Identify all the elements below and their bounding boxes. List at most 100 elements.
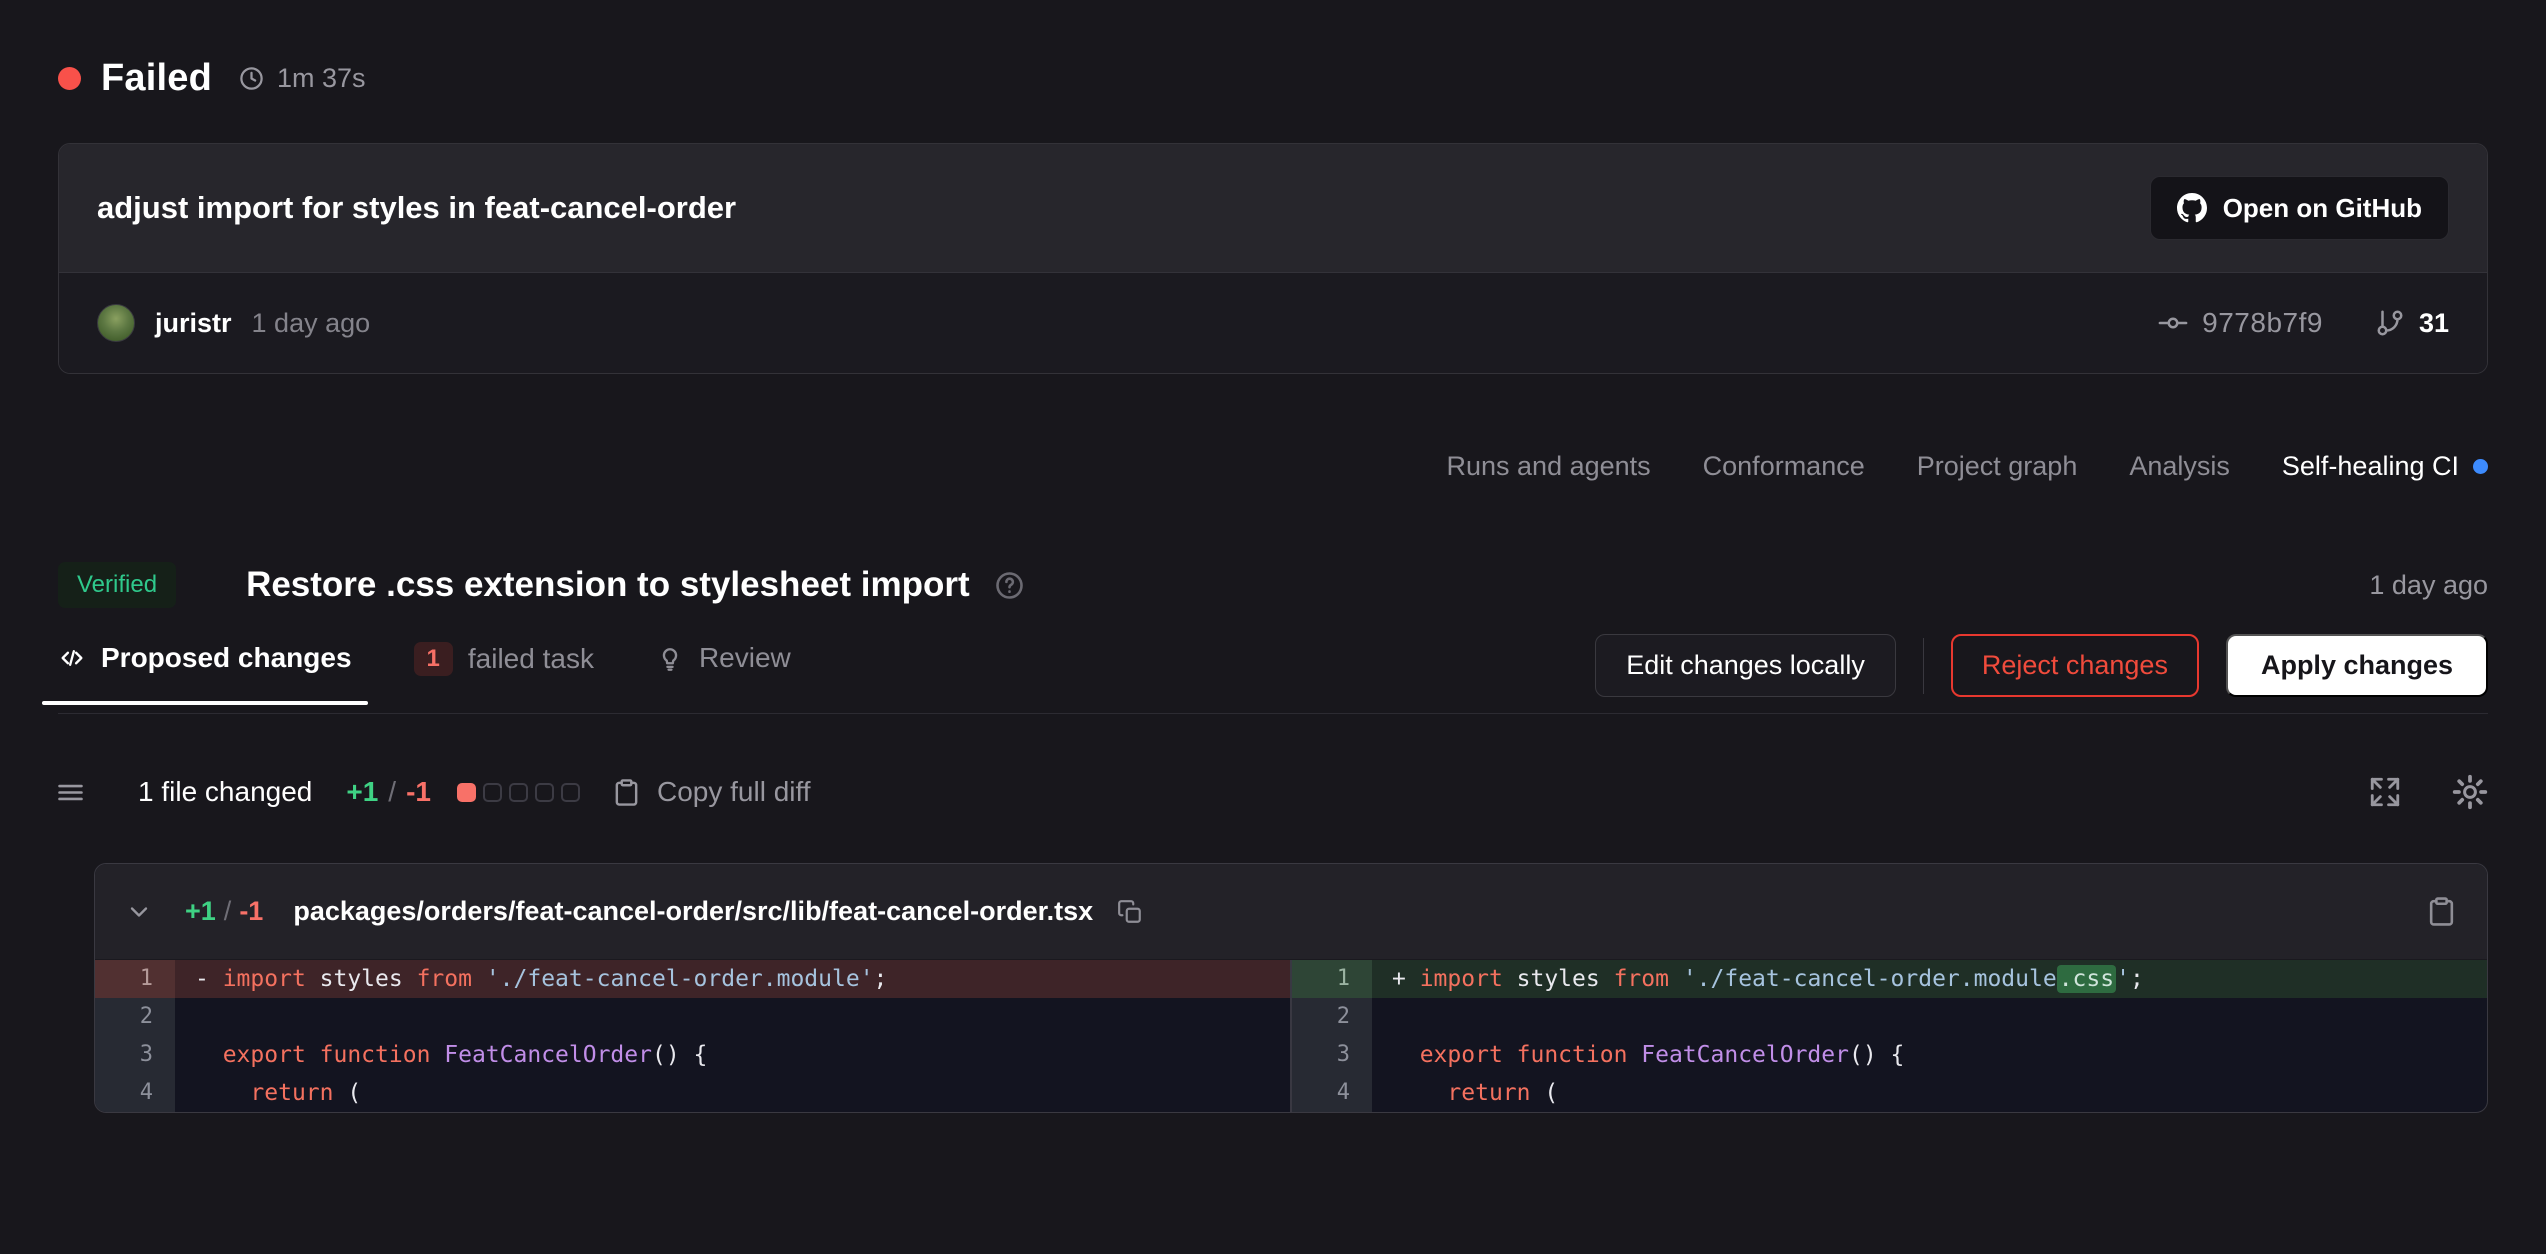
verified-badge: Verified xyxy=(58,562,176,608)
diff-pane-old: 1- import styles from './feat-cancel-ord… xyxy=(95,960,1290,1112)
failed-count-badge: 1 xyxy=(414,642,453,676)
reject-changes-button[interactable]: Reject changes xyxy=(1951,634,2199,697)
code-line: - import styles from './feat-cancel-orde… xyxy=(175,960,1290,998)
line-number: 2 xyxy=(95,998,175,1036)
expand-icon[interactable] xyxy=(2368,775,2402,809)
avatar[interactable] xyxy=(97,304,135,342)
commit-hash[interactable]: 9778b7f9 xyxy=(2158,307,2323,339)
commit-time: 1 day ago xyxy=(252,308,371,339)
code-line: export function FeatCancelOrder() { xyxy=(175,1036,1290,1074)
gear-icon[interactable] xyxy=(2452,774,2488,810)
diff-toolbar: 1 file changed +1 / -1 Copy full diff xyxy=(58,770,2488,814)
tab-review[interactable]: Review xyxy=(656,642,791,704)
hamburger-icon[interactable] xyxy=(55,777,86,808)
diff-line-context: 4 return ( xyxy=(1292,1074,2487,1112)
line-number: 1 xyxy=(95,960,175,998)
nav-item-conformance[interactable]: Conformance xyxy=(1703,451,1865,482)
file-additions: +1 xyxy=(185,896,216,927)
diff-card: +1 / -1 packages/orders/feat-cancel-orde… xyxy=(94,863,2488,1113)
line-number: 4 xyxy=(95,1074,175,1112)
failed-status-icon xyxy=(58,67,81,90)
branch-count: 31 xyxy=(2419,308,2449,339)
notification-dot-icon xyxy=(2473,459,2488,474)
status-row: Failed 1m 37s xyxy=(58,54,2488,102)
nav-item-runs-and-agents[interactable]: Runs and agents xyxy=(1447,451,1651,482)
diff-line-removed: 1- import styles from './feat-cancel-ord… xyxy=(95,960,1290,998)
commit-title: adjust import for styles in feat-cancel-… xyxy=(97,190,736,226)
diff-stat-square xyxy=(509,783,528,802)
nav-item-self-healing-ci[interactable]: Self-healing CI xyxy=(2282,451,2488,482)
diff-line-context: 3 export function FeatCancelOrder() { xyxy=(95,1036,1290,1074)
fix-time: 1 day ago xyxy=(2369,570,2488,601)
line-number: 2 xyxy=(1292,998,1372,1036)
fix-heading-row: Verified Restore .css extension to style… xyxy=(58,558,2488,612)
diff-stat-square xyxy=(535,783,554,802)
diff-line-added: 1+ import styles from './feat-cancel-ord… xyxy=(1292,960,2487,998)
toolbar-deletions: -1 xyxy=(406,776,431,808)
apply-changes-button[interactable]: Apply changes xyxy=(2226,634,2488,697)
diff-file-header: +1 / -1 packages/orders/feat-cancel-orde… xyxy=(95,864,2487,960)
copy-full-diff-button[interactable]: Copy full diff xyxy=(612,776,811,808)
open-on-github-button[interactable]: Open on GitHub xyxy=(2150,176,2449,240)
toolbar-additions: +1 xyxy=(346,776,378,808)
nav-item-label: Self-healing CI xyxy=(2282,451,2459,482)
code-line: return ( xyxy=(1372,1074,2487,1112)
nav-item-label: Project graph xyxy=(1917,451,2078,482)
line-number: 4 xyxy=(1292,1074,1372,1112)
diff-body: 1- import styles from './feat-cancel-ord… xyxy=(95,960,2487,1112)
line-number: 3 xyxy=(95,1036,175,1074)
tabs-row: Proposed changes 1 failed task Review Ed… xyxy=(58,634,2488,714)
diff-line-context: 3 export function FeatCancelOrder() { xyxy=(1292,1036,2487,1074)
file-deletions: -1 xyxy=(239,896,263,927)
code-line: + import styles from './feat-cancel-orde… xyxy=(1372,960,2487,998)
diff-line-context: 2 xyxy=(1292,998,2487,1036)
diff-stat-square xyxy=(483,783,502,802)
clock-icon xyxy=(238,65,265,92)
github-button-label: Open on GitHub xyxy=(2223,193,2422,224)
commit-icon xyxy=(2158,308,2188,338)
tab-proposed-changes[interactable]: Proposed changes xyxy=(58,642,352,704)
commit-hash-value: 9778b7f9 xyxy=(2202,307,2323,339)
line-number: 3 xyxy=(1292,1036,1372,1074)
commit-card-header: adjust import for styles in feat-cancel-… xyxy=(59,144,2487,272)
chevron-down-icon[interactable] xyxy=(125,898,153,926)
clipboard-icon[interactable] xyxy=(2426,896,2457,927)
diff-line-context: 4 return ( xyxy=(95,1074,1290,1112)
tab-review-label: Review xyxy=(699,642,791,674)
github-icon xyxy=(2177,193,2207,223)
branch-runs[interactable]: 31 xyxy=(2375,308,2449,339)
file-path: packages/orders/feat-cancel-order/src/li… xyxy=(293,896,1093,927)
nav-item-analysis[interactable]: Analysis xyxy=(2129,451,2230,482)
status-label: Failed xyxy=(101,57,212,100)
copy-icon[interactable] xyxy=(1117,899,1143,925)
diff-stat-square xyxy=(561,783,580,802)
help-circle-icon[interactable] xyxy=(994,570,1025,601)
commit-card: adjust import for styles in feat-cancel-… xyxy=(58,143,2488,374)
diff-pane-new: 1+ import styles from './feat-cancel-ord… xyxy=(1290,960,2487,1112)
code-line xyxy=(1372,998,2487,1036)
duration-value: 1m 37s xyxy=(277,63,366,94)
edit-changes-locally-button[interactable]: Edit changes locally xyxy=(1595,634,1896,697)
files-changed-label: 1 file changed xyxy=(138,776,312,808)
code-line xyxy=(175,998,1290,1036)
diff-stat-squares xyxy=(457,783,580,802)
nav-item-project-graph[interactable]: Project graph xyxy=(1917,451,2078,482)
duration: 1m 37s xyxy=(238,63,366,94)
fix-title: Restore .css extension to stylesheet imp… xyxy=(246,565,970,605)
git-branch-icon xyxy=(2375,308,2405,338)
line-number: 1 xyxy=(1292,960,1372,998)
commit-meta-row: juristr 1 day ago 9778b7f9 31 xyxy=(59,272,2487,373)
lightbulb-icon xyxy=(656,644,684,672)
code-icon xyxy=(58,644,86,672)
author-name[interactable]: juristr xyxy=(155,308,232,339)
code-line: return ( xyxy=(175,1074,1290,1112)
tab-proposed-label: Proposed changes xyxy=(101,642,352,674)
clipboard-icon xyxy=(612,778,641,807)
actions-divider xyxy=(1923,638,1924,694)
code-line: export function FeatCancelOrder() { xyxy=(1372,1036,2487,1074)
copy-full-diff-label: Copy full diff xyxy=(657,776,811,808)
diff-line-context: 2 xyxy=(95,998,1290,1036)
tab-failed-label: failed task xyxy=(468,643,594,675)
tab-failed-task[interactable]: 1 failed task xyxy=(414,642,594,706)
nav-item-label: Analysis xyxy=(2129,451,2230,482)
